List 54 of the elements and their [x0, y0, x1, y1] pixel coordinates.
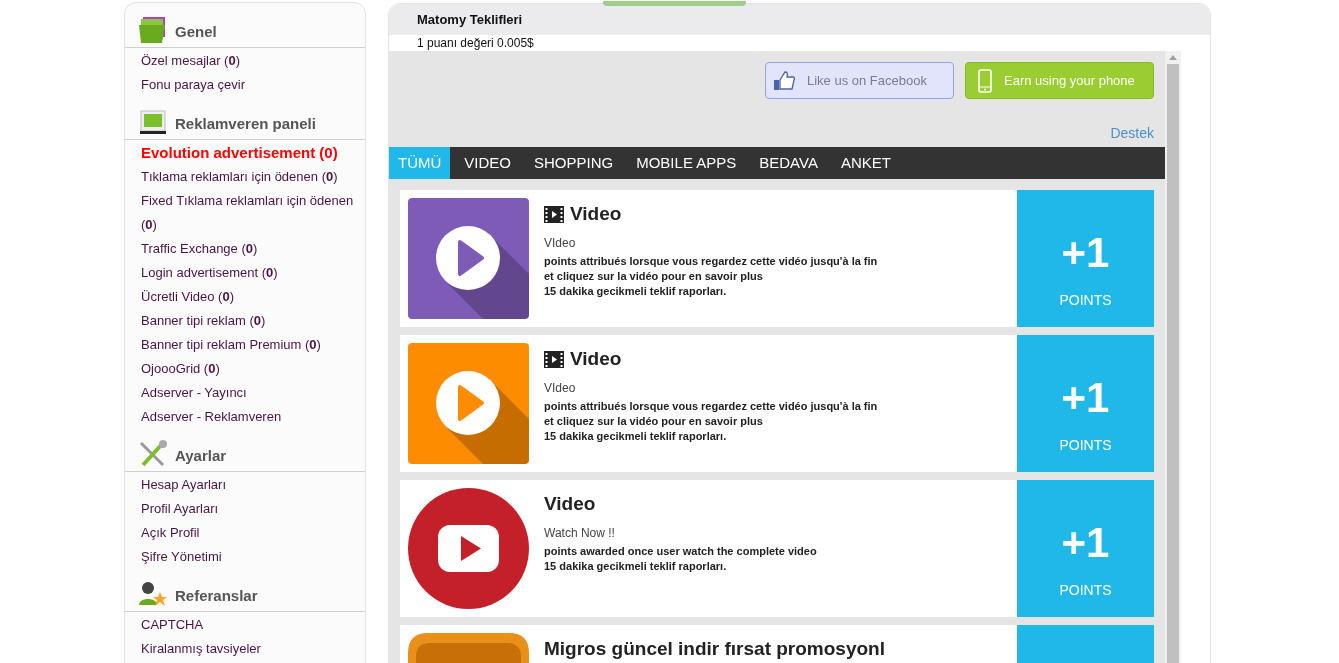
section-title: Referanslar: [175, 585, 258, 606]
offer-subtitle: Watch Now !!: [544, 524, 615, 542]
offer-title: Video: [544, 492, 596, 516]
sidebar-link[interactable]: CAPTCHA: [141, 613, 363, 637]
sidebar-link[interactable]: Banner tipi reklam (0): [141, 309, 363, 333]
point-value-text: 1 puanı değeri 0.005$: [416, 35, 534, 51]
film-icon: [544, 205, 564, 223]
offer-description: points attribués lorsque vous regardez cette vidéo jusqu'à la fin et cliquez sur la vidéo pour en savoir plus 15 dakika gecikmeli teklif raporları.: [544, 253, 878, 299]
offer-card[interactable]: Video Watch Now !! points awarded once user watch the complete video 15 dakika gecikmeli teklif raporları. +1 POINTS: [400, 480, 1154, 617]
sidebar-link[interactable]: Fixed Tıklama reklamları için ödenen (0): [141, 189, 363, 237]
scroll-up-arrow-icon: [1169, 55, 1177, 60]
points-value: +1: [1061, 228, 1110, 278]
points-value: +1: [1061, 518, 1110, 568]
sidebar-link[interactable]: Açık Profil: [141, 521, 363, 545]
sidebar-link[interactable]: Banner tipi reklam Premium (0): [141, 333, 363, 357]
thumbs-up-icon: [773, 69, 795, 92]
sidebar-link[interactable]: Hesap Ayarları: [141, 473, 363, 497]
sidebar-link[interactable]: Şifre Yönetimi: [141, 545, 363, 569]
offer-subtitle: VIdeo: [544, 234, 576, 252]
tools-icon: [137, 439, 169, 469]
points-label: POINTS: [1059, 581, 1112, 600]
sidebar-link[interactable]: Evolution advertisement (0): [141, 141, 363, 165]
sidebar-link[interactable]: Fonu paraya çevir: [141, 73, 363, 97]
points-value: +1: [1061, 373, 1110, 423]
film-icon: [544, 350, 564, 368]
offer-description: points attribués lorsque vous regardez cette vidéo jusqu'à la fin et cliquez sur la vidéo pour en savoir plus 15 dakika gecikmeli teklif raporları.: [544, 398, 878, 444]
sidebar-link[interactable]: Login advertisement (0): [141, 261, 363, 285]
sidebar-link[interactable]: Traffic Exchange (0): [141, 237, 363, 261]
offer-card[interactable]: Video VIdeo points attribués lorsque vous regardez cette vidéo jusqu'à la fin et cliquez sur la vidéo pour en savoir plus 15 dakika gecikmeli teklif raporları. +1 POINTS: [400, 335, 1154, 472]
sidebar-link[interactable]: Adserver - Reklamveren: [141, 405, 363, 429]
sidebar-link[interactable]: Tıklama reklamları için ödenen (0): [141, 165, 363, 189]
offer-subtitle: VIdeo: [544, 379, 576, 397]
picture-icon: [137, 107, 169, 137]
sidebar-link[interactable]: Özel mesajlar (0): [141, 49, 363, 73]
offer-title: Video: [570, 202, 622, 226]
offer-description: points awarded once user watch the complete video 15 dakika gecikmeli teklif raporları.: [544, 543, 817, 574]
offer-card[interactable]: Video VIdeo points attribués lorsque vous regardez cette vidéo jusqu'à la fin et cliquez sur la vidéo pour en savoir plus 15 dakika gecikmeli teklif raporları. +1 POINTS: [400, 190, 1154, 327]
points-label: POINTS: [1059, 436, 1112, 455]
sidebar-link[interactable]: Ücretli Video (0): [141, 285, 363, 309]
offer-title: Migros güncel indir fırsat promosyonl: [544, 637, 885, 661]
panel-title: Matomy Teklifleri: [417, 10, 523, 29]
section-title: Reklamveren paneli: [175, 113, 316, 134]
sidebar-link[interactable]: Kiralanmış tavsiyeler: [141, 637, 363, 661]
sidebar-link[interactable]: Profil Ayarları: [141, 497, 363, 521]
section-title: Ayarlar: [175, 445, 227, 466]
sidebar-link[interactable]: Adserver - Yayıncı: [141, 381, 363, 405]
points-label: POINTS: [1059, 291, 1112, 310]
sidebar-link[interactable]: OjoooGrid (0): [141, 357, 363, 381]
app-icon: [408, 633, 529, 663]
people-icon: [137, 579, 169, 609]
offer-title: Video: [570, 347, 622, 371]
offer-card[interactable]: Migros güncel indir fırsat promosyonl: [400, 625, 1154, 663]
phone-icon: [978, 68, 992, 93]
section-title: Genel: [175, 21, 217, 42]
